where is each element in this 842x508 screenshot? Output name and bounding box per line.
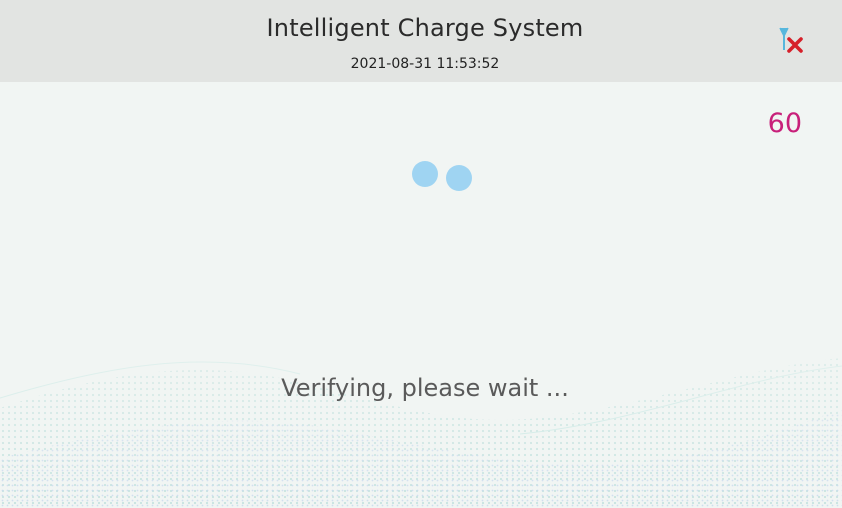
app-title: Intelligent Charge System <box>266 14 584 42</box>
wave-background <box>0 338 842 508</box>
countdown-timer: 60 <box>767 108 802 139</box>
spinner-dot <box>446 165 472 191</box>
status-message: Verifying, please wait ... <box>281 374 569 402</box>
date-time: 2021-08-31 11:53:52 <box>350 56 500 72</box>
header-bar: Intelligent Charge System 2021-08-31 11:… <box>0 0 842 82</box>
spinner-dot <box>412 161 438 187</box>
main-panel: 60 Verifying, please wait ... <box>0 82 842 508</box>
no-signal-antenna-icon <box>776 24 810 56</box>
loading-spinner <box>410 159 476 193</box>
